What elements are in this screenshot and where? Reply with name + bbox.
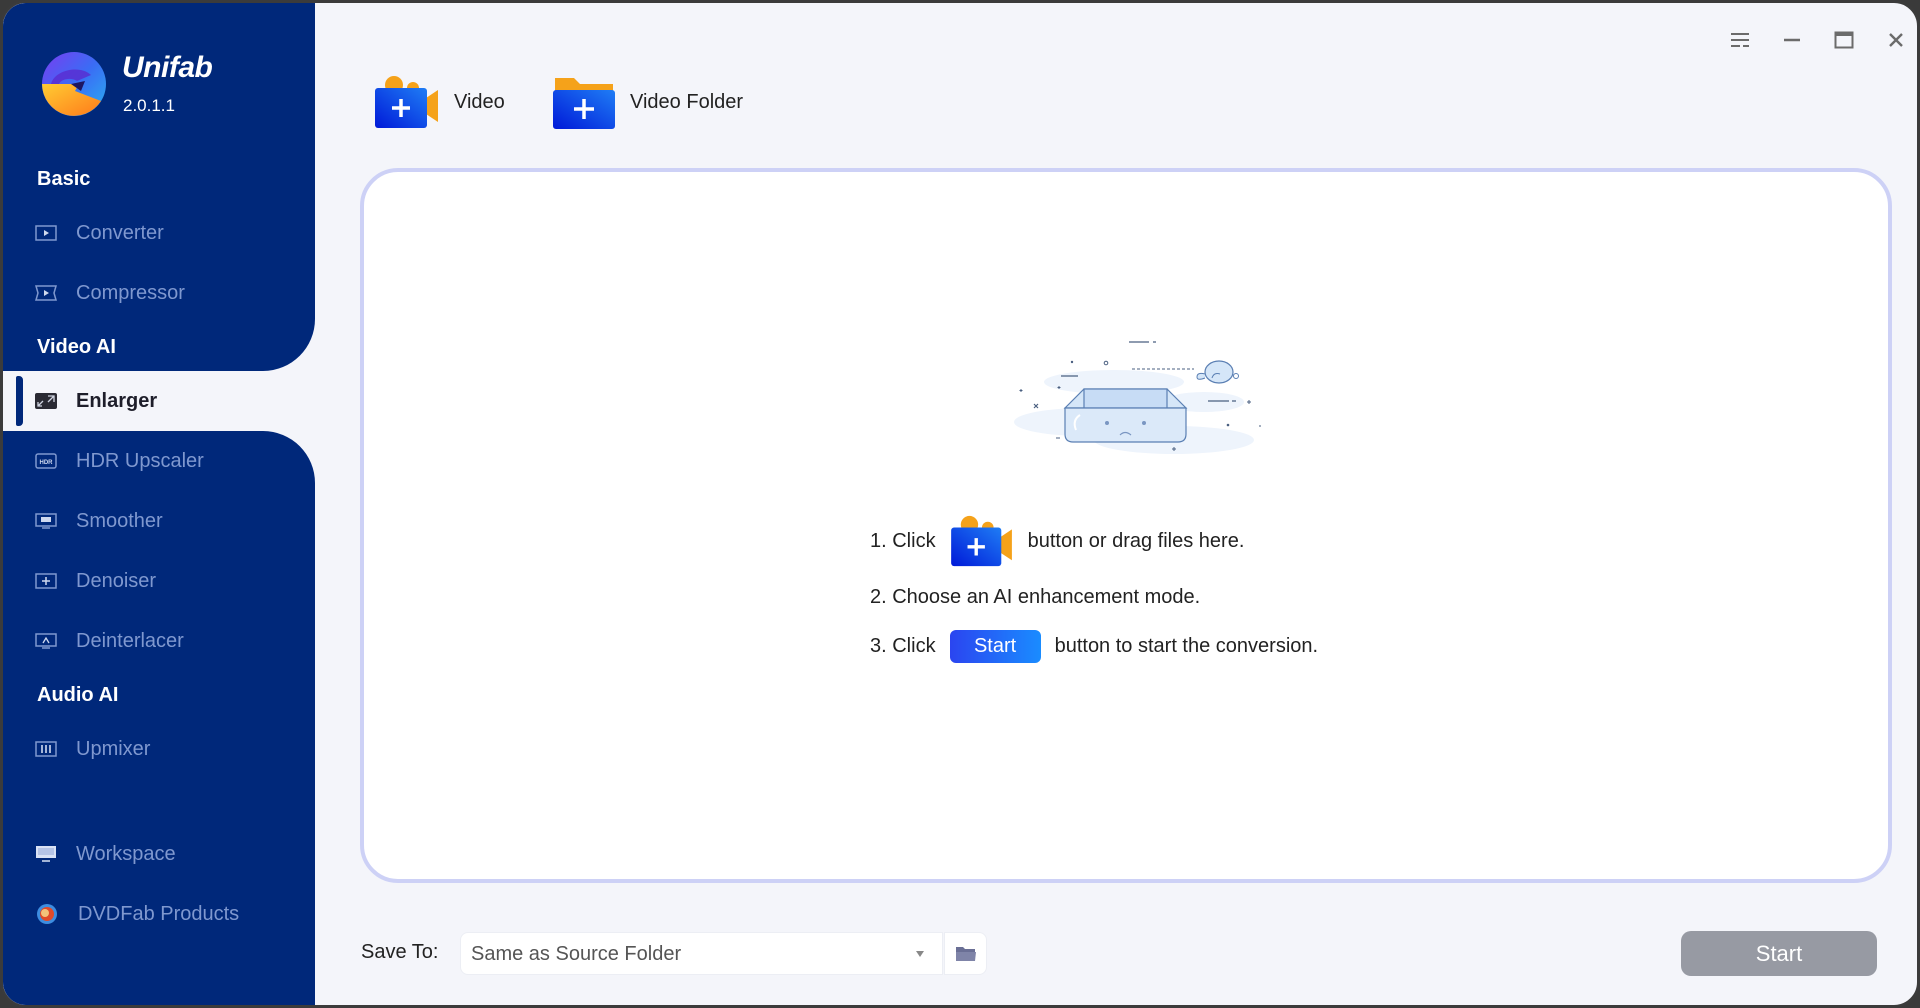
empty-box-illustration — [1014, 341, 1261, 454]
close-icon — [1889, 33, 1903, 47]
save-to-dropdown[interactable]: Same as Source Folder — [460, 932, 943, 975]
sidebar-item-label: Deinterlacer — [76, 629, 184, 652]
instruction-step-1: 1. Click button or drag files here. — [870, 514, 1244, 568]
sidebar-item-label: Enlarger — [76, 389, 158, 412]
save-to-label: Save To: — [361, 941, 439, 963]
section-basic: Basic — [37, 168, 91, 190]
add-folder-icon — [553, 78, 615, 129]
instruction-step-3: 3. Click Start button to start the conve… — [870, 630, 1318, 663]
instruction-step-2: 2. Choose an AI enhancement mode. — [870, 586, 1200, 609]
step1-prefix: 1. Click — [870, 529, 936, 552]
section-audio-ai: Audio AI — [37, 684, 119, 706]
sidebar-item-dvdfab-products[interactable]: DVDFab Products — [3, 892, 315, 936]
upmixer-icon — [35, 741, 57, 757]
svg-text:HDR: HDR — [40, 460, 54, 466]
deinterlacer-icon — [35, 633, 57, 649]
maximize-icon — [1834, 31, 1854, 49]
converter-icon — [35, 225, 57, 241]
app-name: Unifab — [122, 51, 213, 84]
menu-icon — [1731, 33, 1749, 47]
sidebar-item-upmixer[interactable]: Upmixer — [3, 727, 315, 771]
save-to-value: Same as Source Folder — [471, 943, 682, 965]
sidebar-item-label: HDR Upscaler — [76, 449, 204, 472]
sidebar-item-converter[interactable]: Converter — [3, 211, 315, 255]
sidebar-item-label: DVDFab Products — [78, 902, 240, 925]
minimize-button[interactable] — [1779, 27, 1805, 53]
add-video-folder-label: Video Folder — [630, 90, 744, 113]
file-drop-zone[interactable]: 1. Click button or drag files here. 2. C… — [360, 168, 1892, 883]
step2-text: 2. Choose an AI enhancement mode. — [870, 586, 1201, 608]
add-video-icon — [375, 76, 438, 128]
section-video-ai: Video AI — [37, 336, 116, 358]
app-version: 2.0.1.1 — [123, 96, 175, 115]
sidebar-item-enlarger[interactable]: Enlarger — [3, 379, 315, 423]
add-video-folder-button[interactable]: Video Folder — [552, 69, 743, 135]
sidebar-item-label: Smoother — [76, 509, 163, 532]
inline-add-video-icon — [950, 515, 1012, 567]
denoiser-icon — [35, 573, 57, 589]
step1-suffix: button or drag files here. — [1027, 529, 1245, 552]
sidebar-item-label: Upmixer — [76, 737, 151, 760]
dvdfab-icon — [37, 904, 57, 924]
app-window: Unifab 2.0.1.1 Basic Converter Compresso… — [0, 0, 1920, 1008]
smoother-icon — [35, 513, 57, 529]
minimize-icon — [1784, 38, 1800, 42]
browse-folder-button[interactable] — [944, 932, 987, 975]
sidebar-item-deinterlacer[interactable]: Deinterlacer — [3, 619, 315, 663]
compressor-icon — [35, 285, 57, 301]
start-chip-illustration: Start — [949, 630, 1041, 663]
sidebar-item-hdr-upscaler[interactable]: HDR HDR Upscaler — [3, 439, 315, 483]
close-button[interactable] — [1883, 27, 1909, 53]
unifab-logo-icon — [42, 52, 106, 116]
sidebar-item-label: Compressor — [76, 281, 185, 304]
sidebar-item-workspace[interactable]: Workspace — [3, 832, 315, 876]
menu-button[interactable] — [1727, 27, 1753, 53]
chevron-down-icon — [916, 951, 924, 957]
sidebar-item-label: Denoiser — [76, 569, 157, 592]
folder-icon — [955, 946, 976, 961]
monitor-icon — [36, 846, 56, 862]
add-video-button[interactable]: Video — [374, 69, 505, 135]
start-button[interactable]: Start — [1681, 931, 1877, 976]
hdr-icon: HDR — [35, 453, 57, 469]
step3-suffix: button to start the conversion. — [1054, 635, 1319, 657]
sidebar-item-denoiser[interactable]: Denoiser — [3, 559, 315, 603]
enlarger-icon — [35, 393, 57, 409]
maximize-button[interactable] — [1831, 27, 1857, 53]
sidebar-item-smoother[interactable]: Smoother — [3, 499, 315, 543]
add-video-label: Video — [454, 90, 505, 113]
sidebar-item-label: Workspace — [76, 842, 176, 865]
step3-prefix: 3. Click — [870, 635, 936, 657]
sidebar-item-compressor[interactable]: Compressor — [3, 271, 315, 315]
sidebar: Unifab 2.0.1.1 Basic Converter Compresso… — [3, 3, 315, 1005]
sidebar-item-label: Converter — [76, 221, 164, 244]
